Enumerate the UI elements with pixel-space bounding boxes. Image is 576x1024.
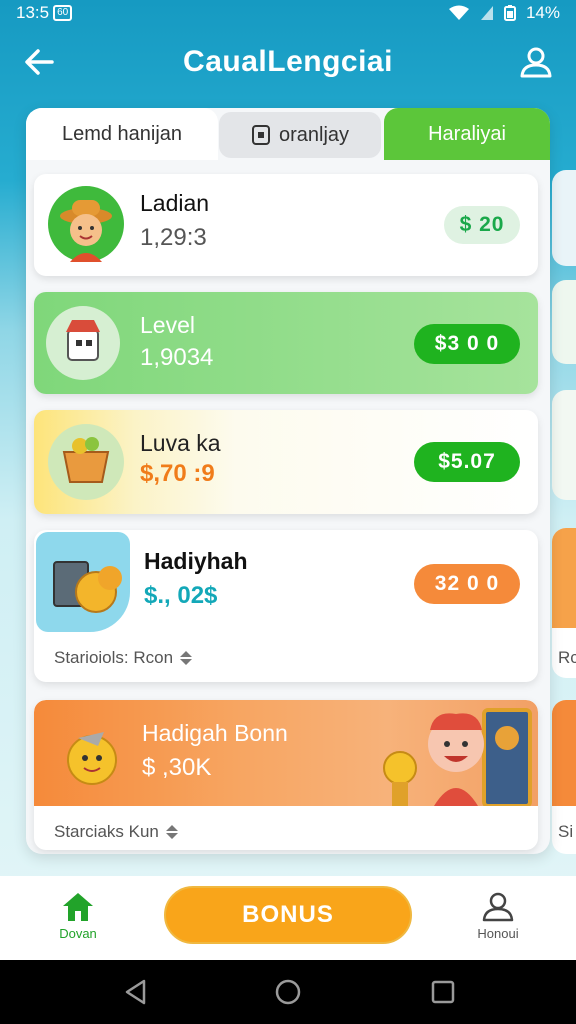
battery-icon bbox=[503, 5, 516, 21]
status-time: 13:5 bbox=[16, 3, 50, 22]
user-outline-icon bbox=[482, 892, 514, 922]
card-value: $ ,30K bbox=[142, 754, 212, 781]
home-circle-icon[interactable] bbox=[274, 978, 302, 1006]
sort-icon bbox=[180, 651, 193, 665]
reward-card[interactable]: Luva ka $,70 :9 $5.07 bbox=[34, 410, 538, 514]
cowboy-avatar-icon bbox=[48, 186, 124, 262]
battery-level: 14% bbox=[525, 3, 560, 22]
coins-avatar-icon bbox=[36, 532, 130, 632]
background-card-peek bbox=[552, 170, 576, 266]
arrow-left-icon bbox=[25, 49, 54, 75]
card-value: $,70 :9 bbox=[140, 460, 215, 487]
background-card-peek bbox=[552, 390, 576, 500]
status-bar: 13:5 60 14% bbox=[0, 0, 576, 26]
system-navigation-bar bbox=[0, 960, 576, 1024]
reward-badge: $5.07 bbox=[414, 442, 520, 482]
background-card-peek bbox=[552, 280, 576, 364]
profile-button[interactable] bbox=[518, 44, 554, 80]
card-title: Level bbox=[140, 312, 195, 338]
back-button[interactable] bbox=[22, 44, 58, 80]
side-peek-label: Rc bbox=[558, 648, 576, 667]
card-title: Hadiyhah bbox=[144, 548, 248, 574]
reward-card[interactable]: Hadiyhah $., 02$ 32 0 0 Starioiols: Rcon bbox=[34, 530, 538, 682]
card-footer-label: Starioiols: Rcon bbox=[54, 648, 174, 667]
user-icon bbox=[520, 47, 552, 78]
page-title: CaualLengciai bbox=[183, 45, 393, 78]
nav-home-label: Dovan bbox=[59, 926, 97, 941]
status-badge: 60 bbox=[53, 5, 73, 21]
card-title: Hadigah Bonn bbox=[142, 720, 288, 746]
card-footer[interactable]: Starioiols: Rcon bbox=[54, 648, 193, 668]
wifi-icon bbox=[448, 5, 469, 20]
card-title: Luva ka bbox=[140, 430, 221, 456]
app-header: CaualLengciai bbox=[0, 32, 576, 92]
tab-haraliyai[interactable]: Haraliyai bbox=[384, 108, 550, 160]
reward-card[interactable]: Ladian 1,29:3 $ 20 bbox=[34, 174, 538, 276]
card-title: Ladian bbox=[140, 190, 210, 216]
reward-badge: $ 20 bbox=[444, 206, 520, 244]
coin-mascot-icon bbox=[67, 732, 117, 785]
tag-icon bbox=[251, 125, 270, 145]
background-card-peek: Si bbox=[552, 700, 576, 854]
nav-profile-label: Honoui bbox=[477, 926, 519, 941]
side-peek-label: Si bbox=[558, 822, 574, 841]
tab-bar: Lemd hanijan oranljay Haraliyai bbox=[26, 108, 550, 160]
tab-lemd-hanijan[interactable]: Lemd hanijan bbox=[26, 108, 218, 160]
home-icon bbox=[63, 893, 93, 921]
bonus-card[interactable]: Hadigah Bonn $ ,30K Starciaks Kun bbox=[34, 700, 538, 850]
bonus-banner: Hadigah Bonn $ ,30K bbox=[34, 700, 538, 806]
reward-card[interactable]: Level 1,9034 $3 0 0 bbox=[34, 292, 538, 394]
card-value: 1,29:3 bbox=[140, 224, 207, 251]
reward-badge: $3 0 0 bbox=[414, 324, 520, 364]
nav-profile[interactable]: Honoui bbox=[458, 890, 538, 941]
bonus-button[interactable]: BONUS bbox=[164, 886, 412, 944]
rewards-panel: Lemd hanijan oranljay Haraliyai Ladian 1… bbox=[26, 108, 550, 854]
card-value: 1,9034 bbox=[140, 344, 214, 371]
card-footer[interactable]: Starciaks Kun bbox=[54, 822, 179, 842]
bottom-navigation: Dovan BONUS Honoui bbox=[0, 876, 576, 960]
signal-icon bbox=[480, 6, 493, 20]
sort-icon bbox=[165, 825, 178, 839]
tab-label: oranljay bbox=[278, 123, 350, 146]
background-card-peek: Rc bbox=[552, 528, 576, 678]
reward-badge: 32 0 0 bbox=[414, 564, 520, 604]
recents-square-icon[interactable] bbox=[430, 979, 456, 1005]
card-footer-label: Starciaks Kun bbox=[54, 822, 159, 841]
tab-oranljay[interactable]: oranljay bbox=[219, 112, 381, 158]
basket-avatar-icon bbox=[48, 424, 124, 500]
nav-home[interactable]: Dovan bbox=[38, 890, 118, 941]
shop-avatar-icon bbox=[46, 306, 120, 380]
back-triangle-icon[interactable] bbox=[122, 978, 150, 1006]
clown-mascot-icon bbox=[383, 708, 532, 806]
card-value: $., 02$ bbox=[144, 582, 218, 609]
